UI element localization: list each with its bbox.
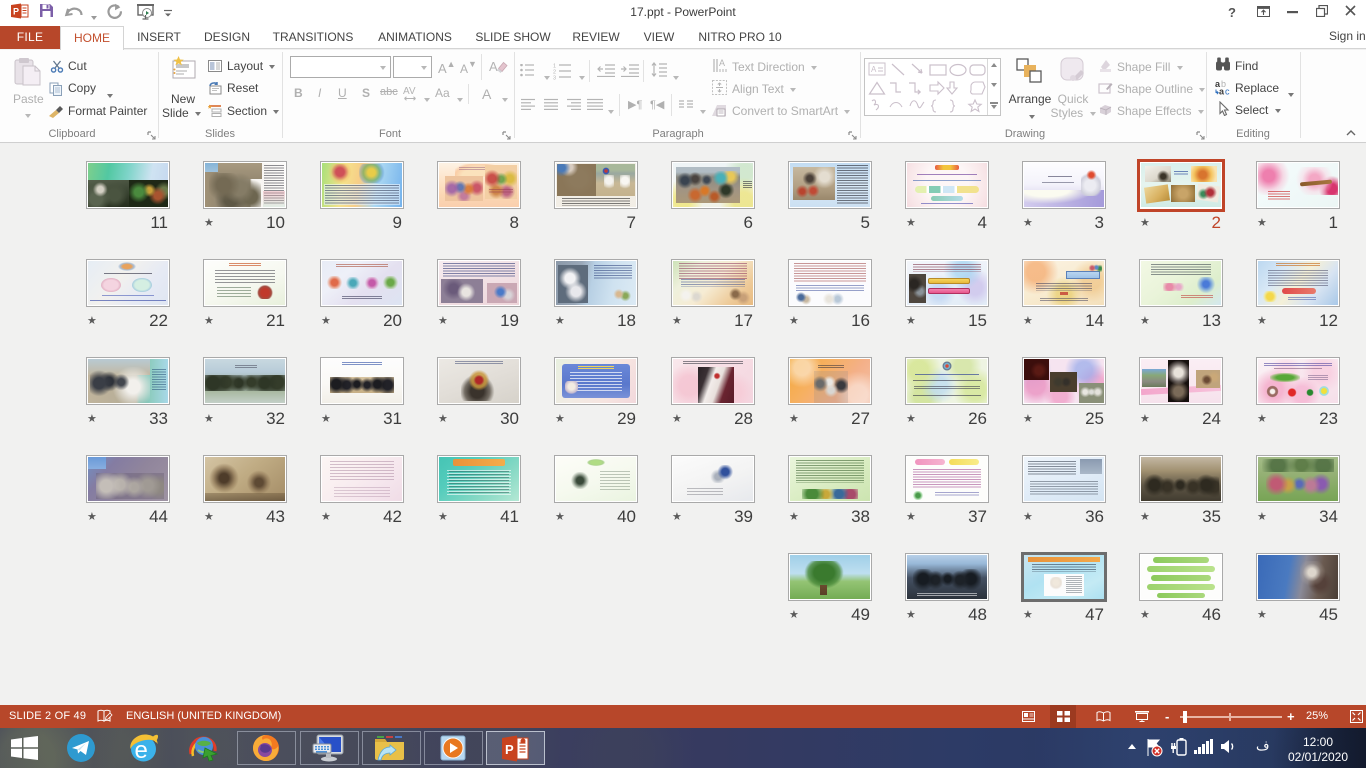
svg-text:c: c [1225, 87, 1230, 96]
svg-text:3: 3 [553, 76, 556, 81]
svg-text:P: P [505, 742, 514, 757]
svg-text:P: P [13, 7, 19, 17]
svg-text:AV: AV [403, 86, 416, 97]
svg-text:A: A [489, 59, 498, 74]
svg-text:A: A [871, 65, 877, 74]
svg-text:A: A [719, 58, 725, 68]
